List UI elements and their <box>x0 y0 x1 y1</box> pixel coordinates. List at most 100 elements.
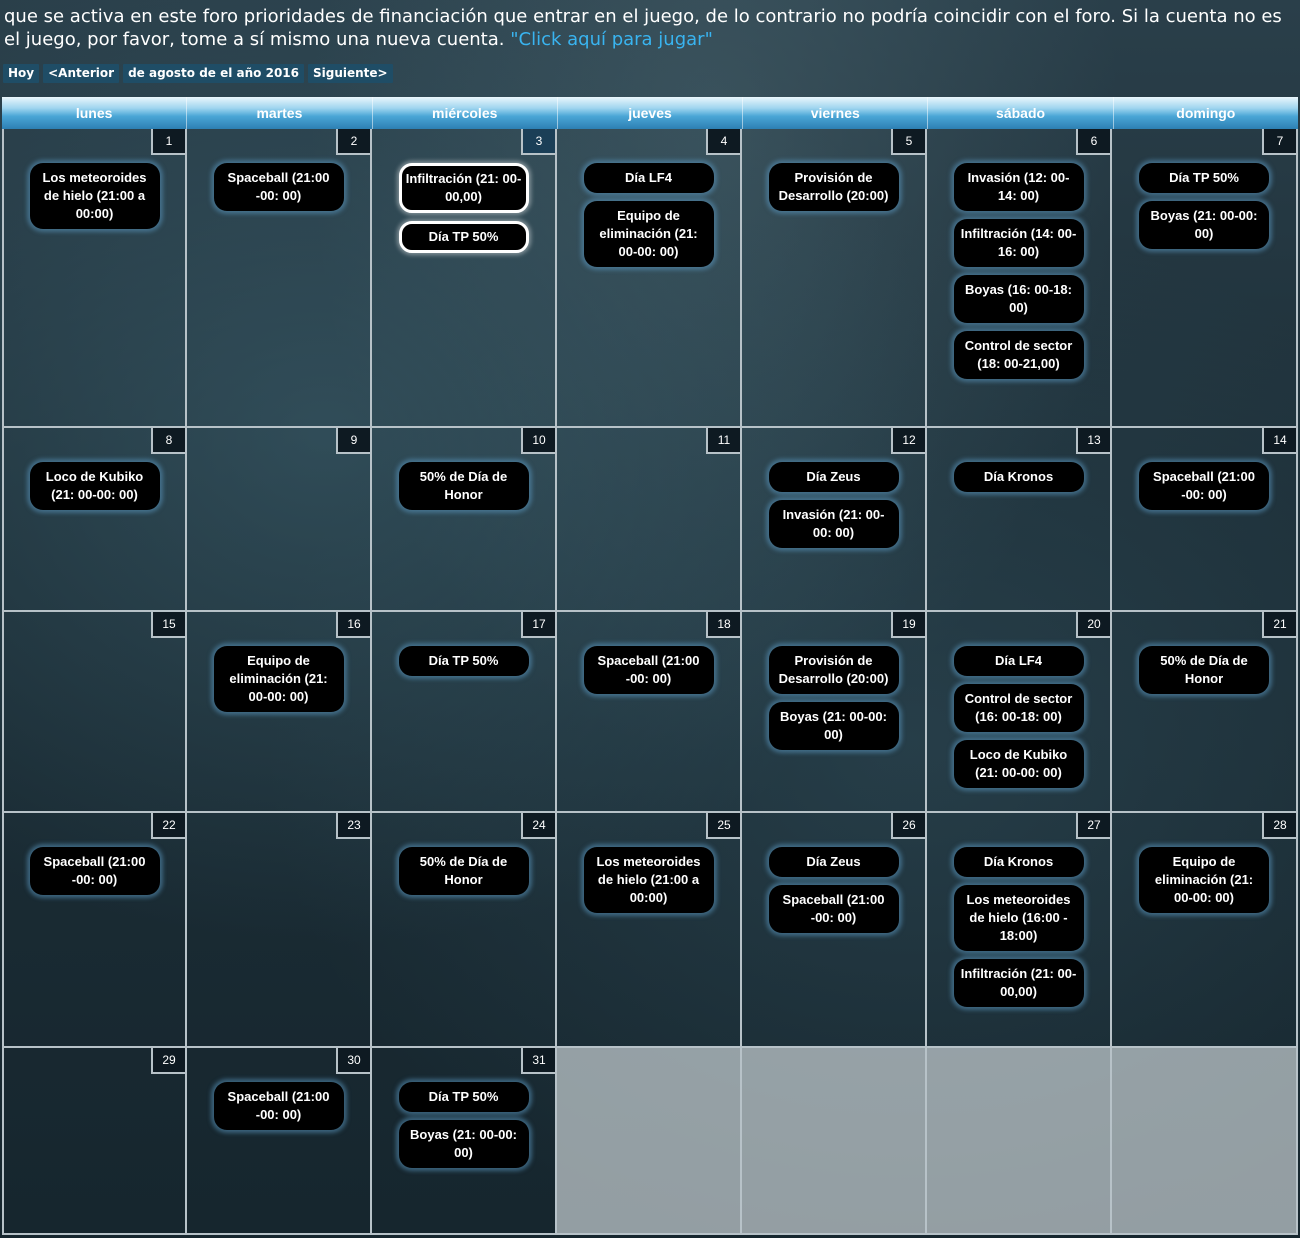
event-button[interactable]: Boyas (21: 00-00: 00) <box>398 1120 529 1168</box>
day-cell: 3 Infiltración (21: 00-00,00) Día TP 50% <box>372 129 557 428</box>
empty-day-cell <box>927 1048 1112 1235</box>
event-button[interactable]: Spaceball (21:00 -00: 00) <box>583 646 714 694</box>
event-button[interactable]: Día TP 50% <box>1139 163 1269 193</box>
day-cell: 8 Loco de Kubiko (21: 00-00: 00) <box>2 428 187 612</box>
day-number: 1 <box>151 129 185 155</box>
event-button[interactable]: Infiltración (21: 00-00,00) <box>398 163 529 213</box>
empty-day-cell <box>742 1048 927 1235</box>
event-button[interactable]: 50% de Día de Honor <box>1139 646 1269 694</box>
day-number: 28 <box>1262 813 1296 839</box>
event-list: 50% de Día de Honor <box>372 462 555 510</box>
event-list: Día TP 50% <box>372 646 555 676</box>
today-button[interactable]: Hoy <box>3 64 40 83</box>
day-number: 4 <box>706 129 740 155</box>
event-list: Equipo de eliminación (21: 00-00: 00) <box>1112 847 1296 913</box>
event-button[interactable]: Spaceball (21:00 -00: 00) <box>213 1082 344 1130</box>
event-list: Los meteoroides de hielo (21:00 a 00:00) <box>557 847 740 913</box>
event-button[interactable]: Invasión (21: 00-00: 00) <box>768 500 899 548</box>
day-cell: 23 <box>187 813 372 1048</box>
event-button[interactable]: Boyas (21: 00-00: 00) <box>1139 201 1269 249</box>
day-cell: 10 50% de Día de Honor <box>372 428 557 612</box>
day-cell: 15 <box>2 612 187 813</box>
event-list: Día TP 50% Boyas (21: 00-00: 00) <box>1112 163 1296 249</box>
day-cell: 28 Equipo de eliminación (21: 00-00: 00) <box>1112 813 1298 1048</box>
event-button[interactable]: Los meteoroides de hielo (21:00 a 00:00) <box>29 163 160 229</box>
event-list: Spaceball (21:00 -00: 00) <box>1112 462 1296 510</box>
day-cell: 14 Spaceball (21:00 -00: 00) <box>1112 428 1298 612</box>
event-button[interactable]: Los meteoroides de hielo (16:00 - 18:00) <box>953 885 1084 951</box>
day-cell: 18 Spaceball (21:00 -00: 00) <box>557 612 742 813</box>
event-button[interactable]: Control de sector (18: 00-21,00) <box>953 331 1084 379</box>
event-list: Día Kronos <box>927 462 1110 492</box>
day-number: 5 <box>891 129 925 155</box>
day-number: 15 <box>151 612 185 638</box>
event-button[interactable]: Loco de Kubiko (21: 00-00: 00) <box>953 740 1084 788</box>
event-list: Loco de Kubiko (21: 00-00: 00) <box>4 462 185 510</box>
weekday-monday: lunes <box>2 97 188 129</box>
event-button[interactable]: Loco de Kubiko (21: 00-00: 00) <box>29 462 160 510</box>
day-cell: 4 Día LF4 Equipo de eliminación (21: 00-00… <box>557 129 742 428</box>
play-link[interactable]: "Click aquí para jugar" <box>510 29 713 50</box>
event-button[interactable]: Spaceball (21:00 -00: 00) <box>213 163 344 211</box>
event-button[interactable]: Los meteoroides de hielo (21:00 a 00:00) <box>583 847 714 913</box>
event-button[interactable]: Provisión de Desarrollo (20:00) <box>768 646 899 694</box>
day-cell: 11 <box>557 428 742 612</box>
event-button[interactable]: Día TP 50% <box>398 221 529 253</box>
event-button[interactable]: Día Zeus <box>768 462 899 492</box>
day-number: 27 <box>1076 813 1110 839</box>
event-list: Spaceball (21:00 -00: 00) <box>187 1082 370 1130</box>
event-list: Día TP 50% Boyas (21: 00-00: 00) <box>372 1082 555 1168</box>
event-button[interactable]: 50% de Día de Honor <box>398 462 529 510</box>
weekday-thursday: jueves <box>558 97 744 129</box>
event-button[interactable]: Día LF4 <box>583 163 714 193</box>
event-list: Spaceball (21:00 -00: 00) <box>4 847 185 895</box>
event-list: Día Zeus Spaceball (21:00 -00: 00) <box>742 847 925 933</box>
day-cell: 22 Spaceball (21:00 -00: 00) <box>2 813 187 1048</box>
day-cell: 13 Día Kronos <box>927 428 1112 612</box>
day-number: 2 <box>336 129 370 155</box>
event-button[interactable]: Infiltración (21: 00-00,00) <box>953 959 1084 1007</box>
event-button[interactable]: Equipo de eliminación (21: 00-00: 00) <box>1139 847 1269 913</box>
day-cell: 20 Día LF4 Control de sector (16: 00-18: 0… <box>927 612 1112 813</box>
event-button[interactable]: Equipo de eliminación (21: 00-00: 00) <box>213 646 344 712</box>
day-number: 18 <box>706 612 740 638</box>
event-button[interactable]: Boyas (21: 00-00: 00) <box>768 702 899 750</box>
event-button[interactable]: Control de sector (16: 00-18: 00) <box>953 684 1084 732</box>
weekday-sunday: domingo <box>1176 105 1236 121</box>
event-button[interactable]: Día TP 50% <box>398 1082 529 1112</box>
event-list: Infiltración (21: 00-00,00) Día TP 50% <box>372 163 555 253</box>
current-month-label: de agosto de el año 2016 <box>123 64 304 83</box>
day-cell: 29 <box>2 1048 187 1235</box>
event-button[interactable]: Provisión de Desarrollo (20:00) <box>768 163 899 211</box>
event-button[interactable]: Spaceball (21:00 -00: 00) <box>29 847 160 895</box>
event-list: Día Zeus Invasión (21: 00-00: 00) <box>742 462 925 548</box>
day-number: 26 <box>891 813 925 839</box>
event-list: Equipo de eliminación (21: 00-00: 00) <box>187 646 370 712</box>
event-button[interactable]: Spaceball (21:00 -00: 00) <box>768 885 899 933</box>
day-cell: 31 Día TP 50% Boyas (21: 00-00: 00) <box>372 1048 557 1235</box>
event-list: 50% de Día de Honor <box>372 847 555 895</box>
event-button[interactable]: Día Kronos <box>953 462 1084 492</box>
day-number: 7 <box>1262 129 1296 155</box>
day-number: 6 <box>1076 129 1110 155</box>
event-button[interactable]: Spaceball (21:00 -00: 00) <box>1139 462 1269 510</box>
event-list: Día LF4 Control de sector (16: 00-18: 00)… <box>927 646 1110 788</box>
day-cell: 25 Los meteoroides de hielo (21:00 a 00:0… <box>557 813 742 1048</box>
day-cell: 1 Los meteoroides de hielo (21:00 a 00:00… <box>2 129 187 428</box>
next-month-button[interactable]: Siguiente> <box>308 64 393 83</box>
event-list: Spaceball (21:00 -00: 00) <box>557 646 740 694</box>
event-button[interactable]: Boyas (16: 00-18: 00) <box>953 275 1084 323</box>
day-number: 25 <box>706 813 740 839</box>
event-button[interactable]: 50% de Día de Honor <box>398 847 529 895</box>
event-button[interactable]: Día LF4 <box>953 646 1084 676</box>
event-button[interactable]: Día Kronos <box>953 847 1084 877</box>
event-button[interactable]: Día Zeus <box>768 847 899 877</box>
weekday-friday: viernes <box>743 97 929 129</box>
day-cell: 17 Día TP 50% <box>372 612 557 813</box>
event-button[interactable]: Invasión (12: 00-14: 00) <box>953 163 1084 211</box>
prev-month-button[interactable]: <Anterior <box>43 64 120 83</box>
event-button[interactable]: Equipo de eliminación (21: 00-00: 00) <box>583 201 714 267</box>
event-button[interactable]: Día TP 50% <box>398 646 529 676</box>
day-cell: 12 Día Zeus Invasión (21: 00-00: 00) <box>742 428 927 612</box>
event-button[interactable]: Infiltración (14: 00-16: 00) <box>953 219 1084 267</box>
